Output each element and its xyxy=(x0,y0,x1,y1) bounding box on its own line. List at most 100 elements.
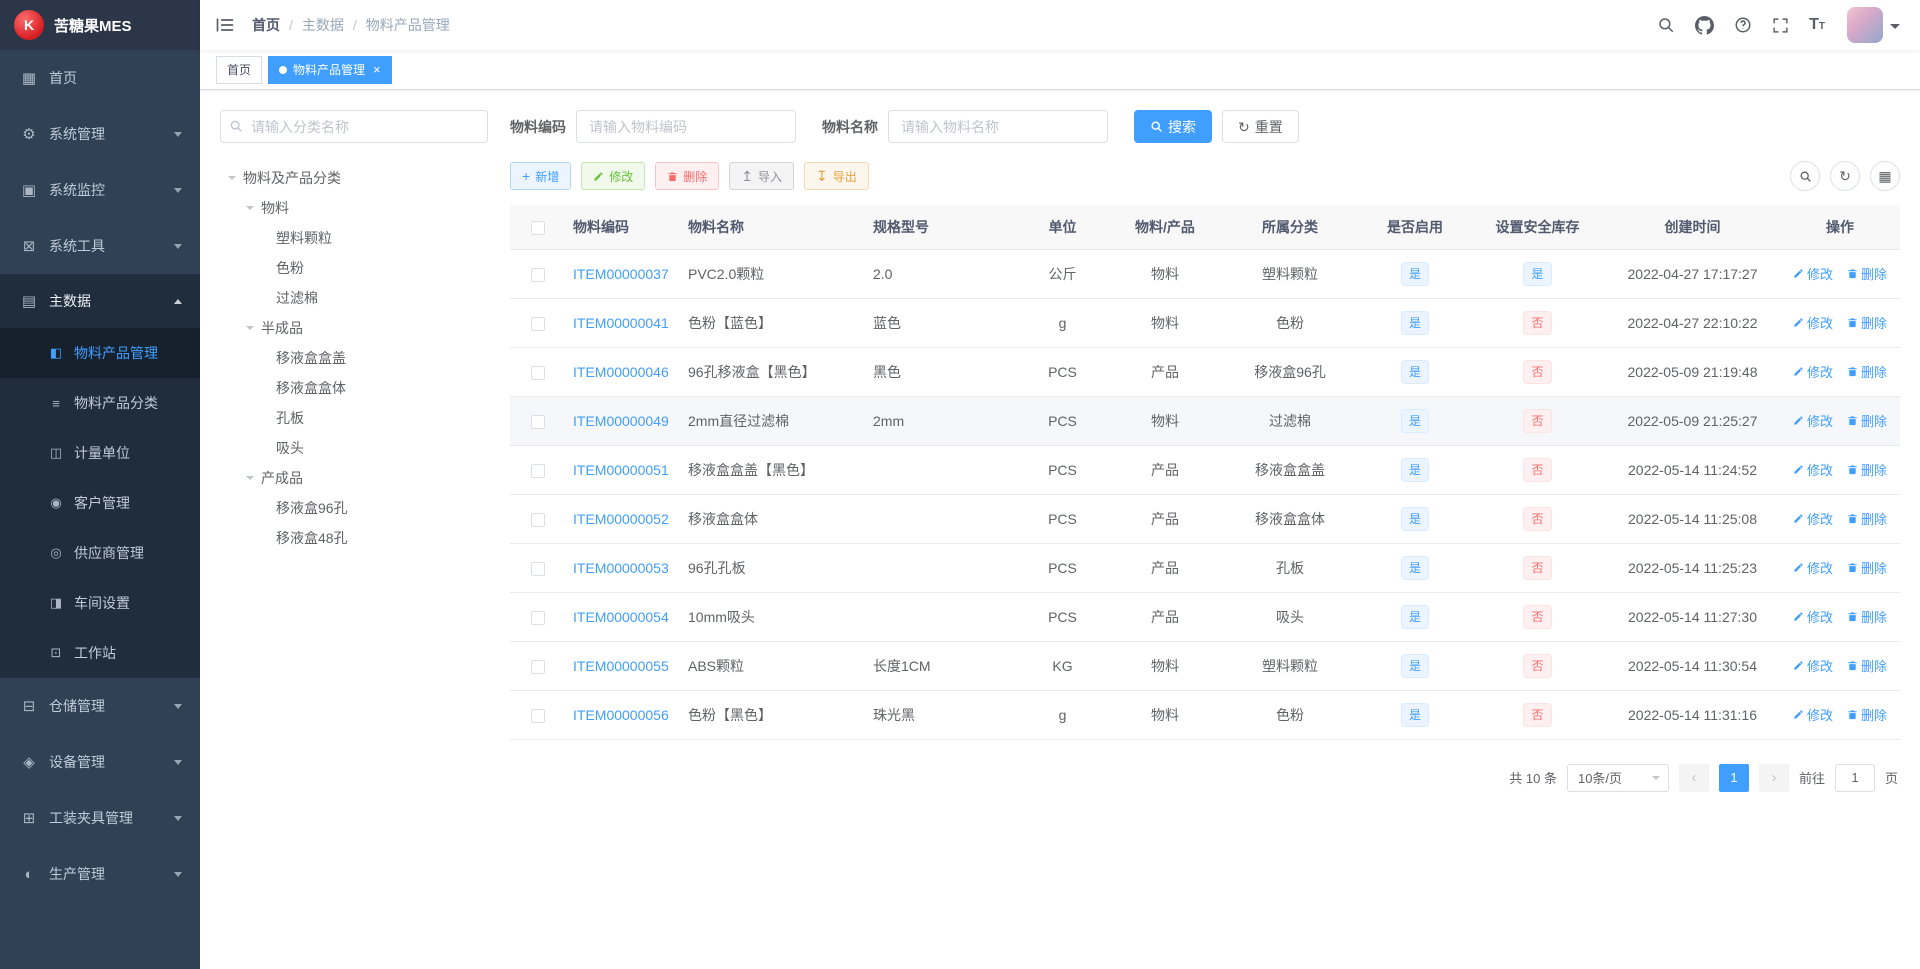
user-menu[interactable] xyxy=(1835,0,1920,50)
table-row[interactable]: ITEM00000041 色粉【蓝色】 蓝色 g 物料 色粉 是 否 2022-… xyxy=(510,298,1900,348)
sidebar-item-system-management[interactable]: ⚙ 系统管理 xyxy=(0,106,200,162)
row-delete-button[interactable]: 删除 xyxy=(1847,411,1887,430)
material-code-link[interactable]: ITEM00000054 xyxy=(573,609,669,625)
table-row[interactable]: ITEM00000053 96孔孔板 PCS 产品 孔板 是 否 2022-05… xyxy=(510,543,1900,593)
edit-button[interactable]: 修改 xyxy=(581,162,646,190)
tree-node-leaf[interactable]: 移液盒盒体 xyxy=(220,373,488,403)
prev-page-button[interactable]: ‹ xyxy=(1678,763,1709,792)
app-logo[interactable]: K 苦糖果MES xyxy=(0,0,200,50)
sidebar-item-fixture-management[interactable]: ⊞ 工装夹具管理 xyxy=(0,790,200,846)
table-row[interactable]: ITEM00000051 移液盒盒盖【黑色】 PCS 产品 移液盒盒盖 是 否 … xyxy=(510,445,1900,495)
row-edit-button[interactable]: 修改 xyxy=(1793,362,1833,381)
sidebar-item-workstation[interactable]: ⊡ 工作站 xyxy=(0,628,200,678)
export-button[interactable]: ↧ 导出 xyxy=(803,162,869,190)
row-delete-button[interactable]: 删除 xyxy=(1847,607,1887,626)
material-code-link[interactable]: ITEM00000037 xyxy=(573,266,669,282)
sidebar-item-production-management[interactable]: ◐ 生产管理 xyxy=(0,846,200,902)
search-button[interactable]: 搜索 xyxy=(1134,110,1212,143)
row-checkbox[interactable] xyxy=(530,365,545,380)
github-link-button[interactable] xyxy=(1685,0,1724,50)
page-number-button[interactable]: 1 xyxy=(1718,763,1749,792)
sidebar-item-equipment-management[interactable]: ◈ 设备管理 xyxy=(0,734,200,790)
sidebar-item-customer-management[interactable]: ◉ 客户管理 xyxy=(0,478,200,528)
sidebar-item-material-product-category[interactable]: ≡ 物料产品分类 xyxy=(0,378,200,428)
tree-node-leaf[interactable]: 塑料颗粒 xyxy=(220,223,488,253)
tab-material-product-management[interactable]: 物料产品管理 × xyxy=(268,55,392,84)
row-delete-button[interactable]: 删除 xyxy=(1847,460,1887,479)
tree-node-root[interactable]: 物料及产品分类 xyxy=(220,163,488,193)
tree-node-leaf[interactable]: 移液盒96孔 xyxy=(220,493,488,523)
material-code-input[interactable] xyxy=(576,110,796,143)
material-code-link[interactable]: ITEM00000052 xyxy=(573,511,669,527)
help-button[interactable] xyxy=(1724,0,1762,50)
material-code-link[interactable]: ITEM00000053 xyxy=(573,560,669,576)
avatar[interactable] xyxy=(1847,7,1883,43)
table-row[interactable]: ITEM00000054 10mm吸头 PCS 产品 吸头 是 否 2022-0… xyxy=(510,592,1900,642)
table-row[interactable]: ITEM00000037 PVC2.0颗粒 2.0 公斤 物料 塑料颗粒 是 是… xyxy=(510,249,1900,299)
row-delete-button[interactable]: 删除 xyxy=(1847,558,1887,577)
material-code-link[interactable]: ITEM00000046 xyxy=(573,364,669,380)
breadcrumb-home[interactable]: 首页 xyxy=(252,15,280,35)
row-edit-button[interactable]: 修改 xyxy=(1793,656,1833,675)
material-name-input[interactable] xyxy=(888,110,1108,143)
select-all-checkbox[interactable] xyxy=(530,220,545,235)
row-checkbox[interactable] xyxy=(530,512,545,527)
goto-page-input[interactable] xyxy=(1834,763,1875,792)
material-code-link[interactable]: ITEM00000041 xyxy=(573,315,669,331)
sidebar-item-system-monitor[interactable]: ▣ 系统监控 xyxy=(0,162,200,218)
tree-node-leaf[interactable]: 移液盒盒盖 xyxy=(220,343,488,373)
table-row[interactable]: ITEM00000056 色粉【黑色】 珠光黑 g 物料 色粉 是 否 2022… xyxy=(510,690,1900,740)
material-code-link[interactable]: ITEM00000056 xyxy=(573,707,669,723)
table-row[interactable]: ITEM00000055 ABS颗粒 长度1CM KG 物料 塑料颗粒 是 否 … xyxy=(510,641,1900,691)
tree-node-leaf[interactable]: 移液盒48孔 xyxy=(220,523,488,553)
row-checkbox[interactable] xyxy=(530,610,545,625)
material-code-link[interactable]: ITEM00000049 xyxy=(573,413,669,429)
table-row[interactable]: ITEM00000049 2mm直径过滤棉 2mm PCS 物料 过滤棉 是 否… xyxy=(510,396,1900,446)
font-size-button[interactable]: TT xyxy=(1799,0,1835,50)
fullscreen-button[interactable] xyxy=(1762,0,1799,50)
sidebar-item-workshop-settings[interactable]: ◨ 车间设置 xyxy=(0,578,200,628)
column-settings-button[interactable]: ▦ xyxy=(1870,161,1900,191)
tree-node-group[interactable]: 物料 xyxy=(220,193,488,223)
row-edit-button[interactable]: 修改 xyxy=(1793,705,1833,724)
material-code-link[interactable]: ITEM00000055 xyxy=(573,658,669,674)
tree-node-leaf[interactable]: 过滤棉 xyxy=(220,283,488,313)
tree-node-group[interactable]: 半成品 xyxy=(220,313,488,343)
category-search-input[interactable] xyxy=(220,110,488,143)
material-code-link[interactable]: ITEM00000051 xyxy=(573,462,669,478)
row-edit-button[interactable]: 修改 xyxy=(1793,460,1833,479)
row-checkbox[interactable] xyxy=(530,659,545,674)
row-delete-button[interactable]: 删除 xyxy=(1847,705,1887,724)
sidebar-toggle-button[interactable] xyxy=(200,0,250,50)
row-checkbox[interactable] xyxy=(530,561,545,576)
tree-node-group[interactable]: 产成品 xyxy=(220,463,488,493)
sidebar-item-home[interactable]: ▦ 首页 xyxy=(0,50,200,106)
row-checkbox[interactable] xyxy=(530,463,545,478)
tree-node-leaf[interactable]: 色粉 xyxy=(220,253,488,283)
page-size-select[interactable]: 10条/页 xyxy=(1566,763,1669,792)
sidebar-item-material-product-management[interactable]: ◧ 物料产品管理 xyxy=(0,328,200,378)
row-edit-button[interactable]: 修改 xyxy=(1793,313,1833,332)
reset-button[interactable]: ↻ 重置 xyxy=(1222,110,1299,143)
close-icon[interactable]: × xyxy=(373,63,381,76)
row-edit-button[interactable]: 修改 xyxy=(1793,411,1833,430)
row-checkbox[interactable] xyxy=(530,414,545,429)
sidebar-item-measure-unit[interactable]: ◫ 计量单位 xyxy=(0,428,200,478)
row-delete-button[interactable]: 删除 xyxy=(1847,509,1887,528)
row-edit-button[interactable]: 修改 xyxy=(1793,607,1833,626)
next-page-button[interactable]: › xyxy=(1758,763,1789,792)
row-delete-button[interactable]: 删除 xyxy=(1847,313,1887,332)
row-checkbox[interactable] xyxy=(530,267,545,282)
row-edit-button[interactable]: 修改 xyxy=(1793,558,1833,577)
table-row[interactable]: ITEM00000052 移液盒盒体 PCS 产品 移液盒盒体 是 否 2022… xyxy=(510,494,1900,544)
table-row[interactable]: ITEM00000046 96孔移液盒【黑色】 黑色 PCS 产品 移液盒96孔… xyxy=(510,347,1900,397)
sidebar-item-warehouse-management[interactable]: ⊟ 仓储管理 xyxy=(0,678,200,734)
row-edit-button[interactable]: 修改 xyxy=(1793,509,1833,528)
toggle-search-button[interactable] xyxy=(1790,161,1820,191)
row-checkbox[interactable] xyxy=(530,316,545,331)
tab-home[interactable]: 首页 xyxy=(216,55,263,84)
add-button[interactable]: + 新增 xyxy=(510,162,572,190)
refresh-table-button[interactable]: ↻ xyxy=(1830,161,1860,191)
delete-button[interactable]: 删除 xyxy=(655,162,720,190)
tree-node-leaf[interactable]: 吸头 xyxy=(220,433,488,463)
